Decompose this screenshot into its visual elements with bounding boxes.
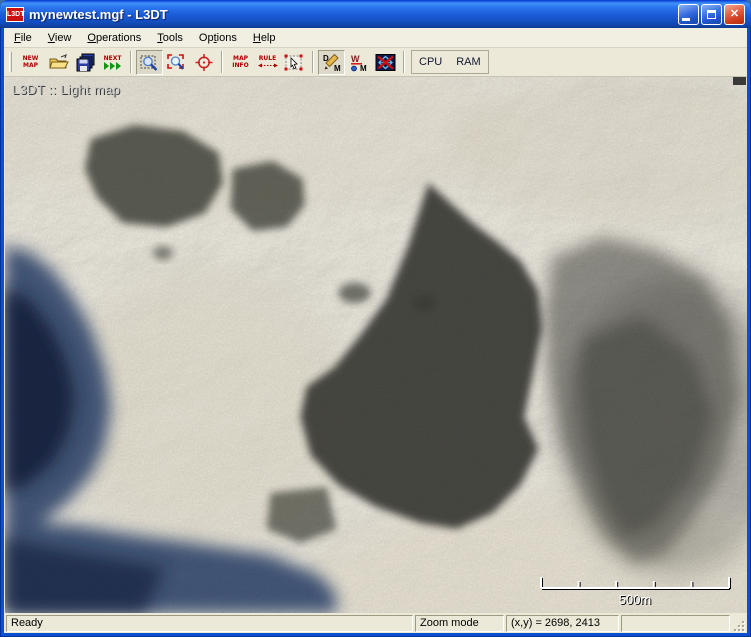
menu-tools[interactable]: Tools	[149, 28, 191, 47]
window-title: mynewtest.mgf - L3DT	[29, 6, 168, 22]
minimize-button[interactable]	[678, 3, 699, 25]
open-file-button[interactable]	[44, 50, 72, 75]
terrain-lightmap	[5, 77, 747, 613]
magnifier-select-icon	[140, 55, 157, 71]
zoom-tool-button[interactable]	[136, 49, 163, 75]
magnifier-brackets-icon	[166, 53, 184, 70]
titlebar[interactable]: L3DT mynewtest.mgf - L3DT ✕	[0, 0, 751, 28]
edit-design-map-button[interactable]: D M	[318, 49, 345, 75]
status-empty-panel	[621, 615, 730, 632]
select-region-button[interactable]	[281, 50, 308, 75]
scale-bar-icon	[540, 577, 731, 590]
svg-text:M: M	[360, 64, 367, 72]
sapphire-3d-button[interactable]	[372, 50, 399, 75]
map-info-button[interactable]: MAP INFO	[227, 50, 254, 75]
toolbar: NEW MAP NEXT MAP INFO RULE D M W M CPU R…	[4, 48, 747, 77]
status-coordinates: (x,y) = 2698, 2413	[506, 615, 619, 632]
water-level-icon: W M	[350, 54, 367, 72]
next-operation-button[interactable]: NEXT	[99, 50, 126, 75]
close-button[interactable]: ✕	[724, 3, 745, 25]
save-all-button[interactable]	[72, 50, 99, 75]
viewport-title: L3DT :: Light map	[12, 82, 121, 97]
cpu-button[interactable]: CPU	[412, 51, 449, 73]
system-monitor-group: CPU RAM	[411, 50, 489, 74]
toolbar-separator	[312, 51, 314, 73]
resize-grip[interactable]	[732, 615, 745, 632]
map-viewport[interactable]: L3DT :: Light map 500m	[4, 77, 747, 613]
maximize-button[interactable]	[701, 3, 722, 25]
new-map-button[interactable]: NEW MAP	[17, 50, 44, 75]
minimize-icon	[681, 17, 690, 21]
crosshair-icon	[195, 53, 212, 71]
svg-text:W: W	[351, 54, 360, 64]
measure-arrow-icon	[257, 63, 278, 68]
toolbar-separator	[221, 51, 223, 73]
menu-operations[interactable]: Operations	[79, 28, 149, 47]
ram-button[interactable]: RAM	[449, 51, 487, 73]
l3dt-window: L3DT mynewtest.mgf - L3DT ✕ File View Op…	[0, 0, 751, 637]
new-map-icon: NEW	[22, 55, 39, 62]
floppy-stack-icon	[76, 53, 95, 71]
edit-water-map-button[interactable]: W M	[345, 50, 372, 75]
viewport-corner-nub	[733, 77, 746, 85]
ruler-button[interactable]: RULE	[254, 50, 281, 75]
status-mode: Zoom mode	[415, 615, 504, 632]
menu-view[interactable]: View	[40, 28, 80, 47]
svg-text:M: M	[334, 64, 341, 72]
next-arrows-icon	[103, 61, 121, 70]
menu-help[interactable]: Help	[245, 28, 284, 47]
menu-options[interactable]: Options	[191, 28, 245, 47]
zoom-extents-button[interactable]	[163, 50, 190, 75]
toolbar-separator	[403, 51, 405, 73]
menu-file[interactable]: File	[6, 28, 40, 47]
pencil-icon: D M	[323, 53, 341, 72]
close-icon: ✕	[729, 7, 740, 20]
status-message: Ready	[6, 615, 413, 632]
scale-bar: 500m	[539, 575, 731, 609]
statusbar: Ready Zoom mode (x,y) = 2698, 2413	[4, 613, 747, 633]
l3dt-logo-icon: L3DT	[6, 6, 25, 22]
menubar: File View Operations Tools Options Help	[4, 28, 747, 48]
toolbar-separator	[130, 51, 132, 73]
next-label: NEXT	[103, 54, 122, 62]
selection-cursor-icon	[284, 54, 303, 70]
center-view-button[interactable]	[190, 50, 217, 75]
sapphire-disabled-icon	[375, 53, 396, 71]
folder-open-icon	[49, 53, 69, 69]
toolbar-grip[interactable]	[9, 52, 12, 72]
scale-label: 500m	[618, 592, 652, 607]
rule-label: RULE	[258, 55, 277, 62]
map-info-icon: MAP	[232, 55, 248, 62]
maximize-icon	[707, 9, 716, 19]
